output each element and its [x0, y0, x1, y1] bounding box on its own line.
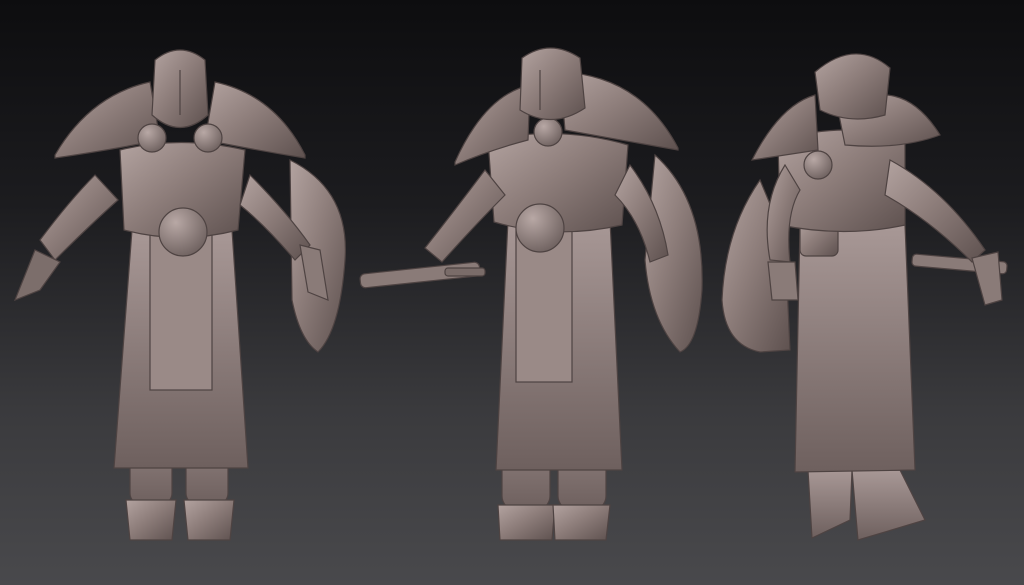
knight-front-view	[13, 49, 346, 541]
render-viewport	[0, 0, 1024, 585]
knight-three-quarter-view	[359, 47, 703, 541]
sculpt-render	[13, 47, 1008, 541]
helmet	[814, 53, 891, 120]
knight-back-view	[721, 53, 1008, 541]
pauldron-left	[750, 94, 819, 161]
cloak	[794, 224, 916, 473]
helmet	[519, 47, 586, 121]
